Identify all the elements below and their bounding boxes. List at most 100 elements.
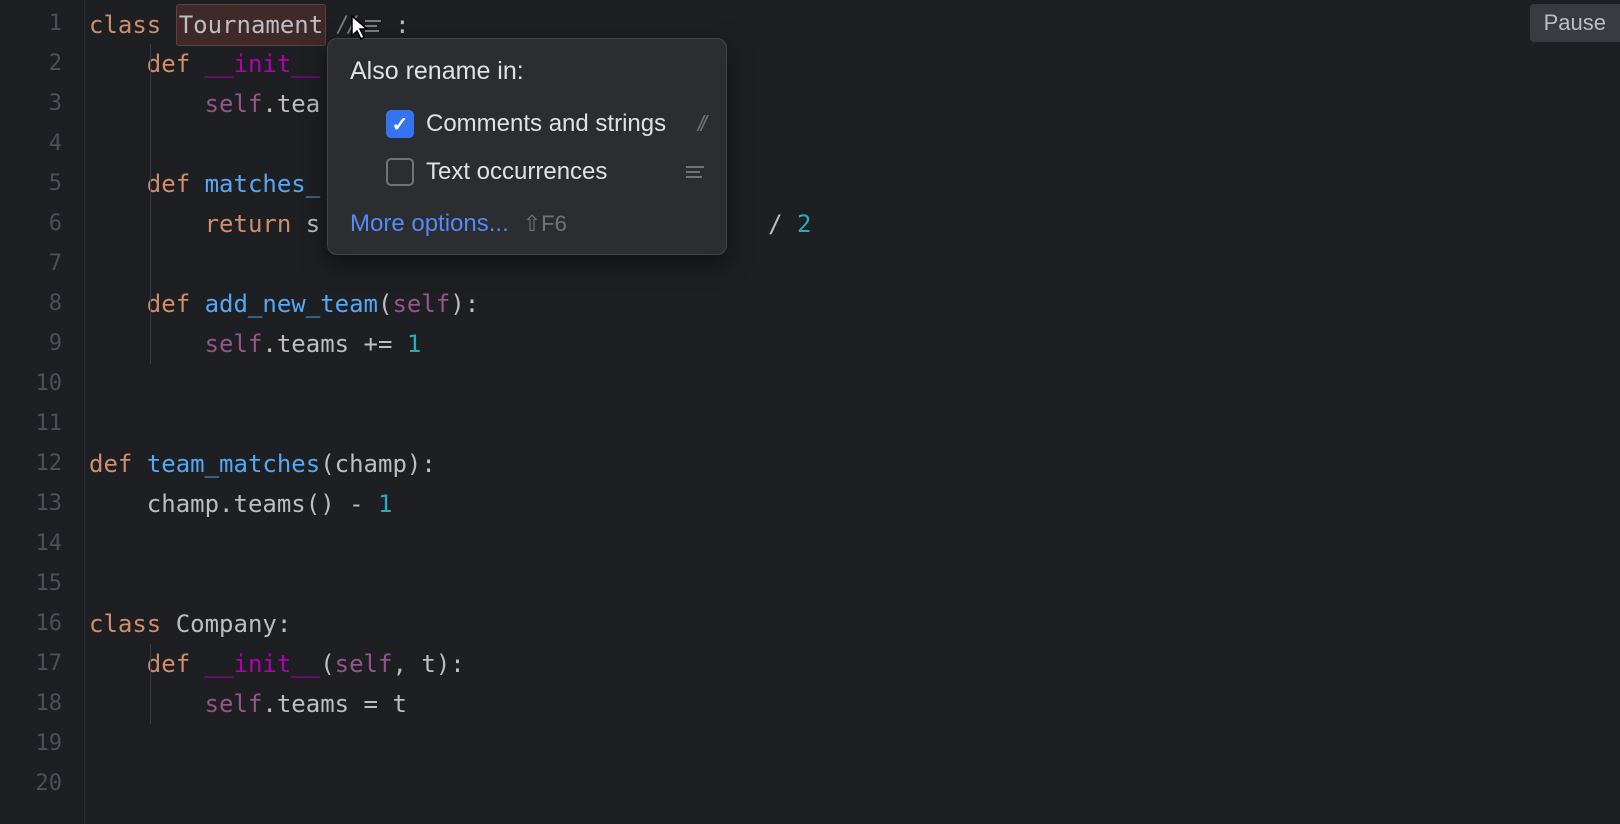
line-number: 18 bbox=[0, 684, 84, 724]
code-line[interactable] bbox=[89, 564, 1620, 604]
paren-close: ): bbox=[407, 450, 436, 478]
id: s bbox=[306, 210, 320, 238]
code-line[interactable]: champ.teams() - 1 bbox=[89, 484, 1620, 524]
function-name: add_new_team bbox=[205, 290, 378, 318]
checkbox-comments[interactable] bbox=[386, 110, 414, 138]
code-line[interactable]: return s / 2 bbox=[89, 204, 1620, 244]
line-number: 20 bbox=[0, 764, 84, 804]
line-number: 12 bbox=[0, 444, 84, 484]
line-number: 13 bbox=[0, 484, 84, 524]
rename-input[interactable]: Tournament bbox=[176, 4, 327, 46]
text-occurrences-icon[interactable] bbox=[365, 20, 381, 32]
code-line[interactable]: self.tea bbox=[89, 84, 1620, 124]
attr: .teams bbox=[262, 690, 349, 718]
code-line[interactable]: class Company: bbox=[89, 604, 1620, 644]
option-label: Text occurrences bbox=[426, 158, 670, 186]
shortcut-label: ⇧F6 bbox=[523, 211, 567, 237]
code-line[interactable]: def team_matches(champ): bbox=[89, 444, 1620, 484]
keyword-class: class bbox=[89, 610, 161, 638]
line-number: 1 bbox=[0, 4, 84, 44]
rename-option-comments[interactable]: Comments and strings // bbox=[350, 100, 704, 148]
line-number: 16 bbox=[0, 604, 84, 644]
operator: - bbox=[335, 490, 378, 518]
paren-open: ( bbox=[378, 290, 392, 318]
line-number: 7 bbox=[0, 244, 84, 284]
line-number: 11 bbox=[0, 404, 84, 444]
keyword-return: return bbox=[205, 210, 292, 238]
paren-close: ): bbox=[450, 290, 479, 318]
operator: / bbox=[768, 210, 782, 238]
line-number: 5 bbox=[0, 164, 84, 204]
popup-title: Also rename in: bbox=[350, 57, 704, 86]
code-line[interactable]: class Tournament// : bbox=[89, 4, 1620, 44]
attr: .teams bbox=[262, 330, 349, 358]
param: t bbox=[421, 650, 435, 678]
keyword-def: def bbox=[147, 50, 190, 78]
function-name: team_matches bbox=[147, 450, 320, 478]
line-number: 2 bbox=[0, 44, 84, 84]
line-number: 15 bbox=[0, 564, 84, 604]
self-ref: self bbox=[205, 690, 263, 718]
comments-icon: // bbox=[698, 111, 704, 137]
class-name: Company bbox=[176, 610, 277, 638]
id: champ bbox=[147, 490, 219, 518]
id: t bbox=[392, 690, 406, 718]
rename-options-popup: Also rename in: Comments and strings // … bbox=[327, 38, 727, 255]
line-number: 8 bbox=[0, 284, 84, 324]
line-number: 3 bbox=[0, 84, 84, 124]
paren-open: ( bbox=[320, 450, 334, 478]
code-editor[interactable]: class Tournament// : def __init__ self.t… bbox=[85, 0, 1620, 824]
popup-more-row: More options... ⇧F6 bbox=[350, 210, 704, 238]
code-line[interactable] bbox=[89, 364, 1620, 404]
line-number: 9 bbox=[0, 324, 84, 364]
line-number: 4 bbox=[0, 124, 84, 164]
keyword-def: def bbox=[147, 170, 190, 198]
keyword-def: def bbox=[147, 290, 190, 318]
code-line[interactable]: def matches_ bbox=[89, 164, 1620, 204]
param: champ bbox=[335, 450, 407, 478]
self-param: self bbox=[335, 650, 393, 678]
code-line[interactable] bbox=[89, 124, 1620, 164]
code-line[interactable]: def __init__(self, t): bbox=[89, 644, 1620, 684]
number: 1 bbox=[378, 490, 392, 518]
checkbox-text[interactable] bbox=[386, 158, 414, 186]
number: 2 bbox=[797, 210, 811, 238]
line-number: 17 bbox=[0, 644, 84, 684]
text-occurrences-icon bbox=[686, 166, 704, 178]
line-number: 19 bbox=[0, 724, 84, 764]
function-name: matches_ bbox=[205, 170, 321, 198]
code-line[interactable] bbox=[89, 404, 1620, 444]
more-options-link[interactable]: More options... bbox=[350, 210, 509, 238]
self-ref: self bbox=[205, 90, 263, 118]
rename-option-text[interactable]: Text occurrences bbox=[350, 148, 704, 196]
keyword-class: class bbox=[89, 11, 161, 39]
code-line[interactable]: def __init__ bbox=[89, 44, 1620, 84]
code-line[interactable]: self.teams = t bbox=[89, 684, 1620, 724]
paren-close: ): bbox=[436, 650, 465, 678]
code-line[interactable] bbox=[89, 724, 1620, 764]
pause-button[interactable]: Pause bbox=[1530, 4, 1620, 42]
code-line[interactable]: def add_new_team(self): bbox=[89, 284, 1620, 324]
keyword-def: def bbox=[147, 650, 190, 678]
operator: += bbox=[349, 330, 407, 358]
code-line[interactable] bbox=[89, 764, 1620, 804]
line-number-gutter: 1 2 3 4 5 6 7 8 9 10 11 12 13 14 15 16 1… bbox=[0, 0, 85, 824]
code-line[interactable] bbox=[89, 524, 1620, 564]
attr: .tea bbox=[262, 90, 320, 118]
line-number: 14 bbox=[0, 524, 84, 564]
code-line[interactable] bbox=[89, 244, 1620, 284]
paren-open: ( bbox=[320, 650, 334, 678]
function-name: __init__ bbox=[205, 650, 321, 678]
line-number: 6 bbox=[0, 204, 84, 244]
number: 1 bbox=[407, 330, 421, 358]
self-param: self bbox=[392, 290, 450, 318]
comma: , bbox=[392, 650, 421, 678]
option-label: Comments and strings bbox=[426, 110, 682, 138]
keyword-def: def bbox=[89, 450, 132, 478]
line-number: 10 bbox=[0, 364, 84, 404]
colon: : bbox=[395, 11, 409, 39]
call: .teams() bbox=[219, 490, 335, 518]
self-ref: self bbox=[205, 330, 263, 358]
function-name: __init__ bbox=[205, 50, 321, 78]
code-line[interactable]: self.teams += 1 bbox=[89, 324, 1620, 364]
